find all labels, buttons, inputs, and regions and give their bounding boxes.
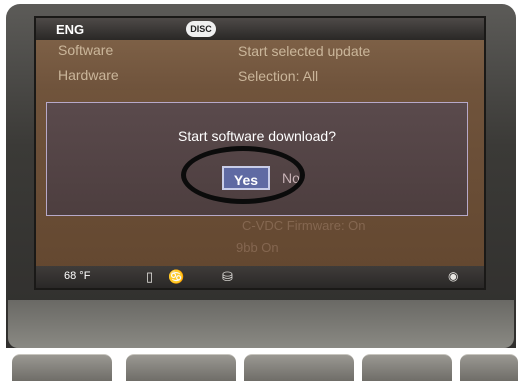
top-bar: ENG DISC: [36, 18, 484, 40]
temperature-readout: 68 °F: [64, 270, 91, 282]
language-indicator: ENG: [56, 22, 85, 37]
background-row-firmware: C-VDC Firmware: On: [242, 218, 366, 233]
lock-icon: ⛁: [222, 269, 233, 284]
gps-icon: ◉: [448, 269, 459, 283]
dialog-message: Start software download?: [178, 128, 336, 144]
menu-item-start-update[interactable]: Start selected update: [238, 43, 370, 59]
signal-icon: ♋: [168, 269, 185, 284]
bezel-lower-panel: [8, 300, 514, 348]
menu-item-software[interactable]: Software: [58, 42, 113, 58]
menu-item-selection[interactable]: Selection: All: [238, 68, 318, 84]
background-row-9bb: 9bb On: [236, 240, 279, 255]
phone-icon: ▯: [146, 269, 154, 284]
disc-source-icon: DISC: [186, 21, 216, 37]
menu-item-hardware[interactable]: Hardware: [58, 67, 119, 83]
annotation-circle: [181, 146, 305, 204]
status-bar: 68 °F ▯ ♋ ⛁ ◉: [36, 266, 484, 288]
